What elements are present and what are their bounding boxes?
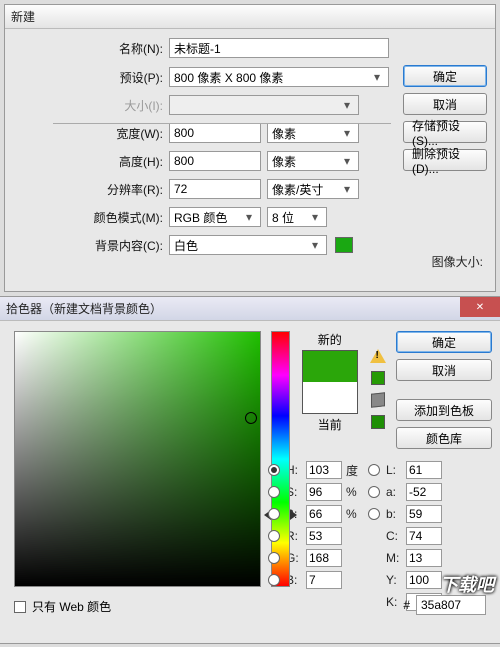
color-preview [302,350,358,414]
web-only-checkbox[interactable] [14,601,26,613]
websafe-warning-swatch[interactable] [371,415,385,429]
picker-cancel-button[interactable]: 取消 [396,359,492,381]
width-label: 宽度(W): [15,125,169,142]
hue-slider[interactable] [271,331,290,587]
picker-titlebar[interactable]: 拾色器（新建文档背景颜色） ✕ [0,297,500,321]
color-mode-select[interactable]: RGB 颜色▾ [169,207,261,227]
s-input[interactable] [306,483,342,501]
l-input[interactable] [406,461,442,479]
new-document-dialog: 新建 确定 取消 存储预设(S)... 删除预设(D)... 名称(N): 预设… [4,4,496,292]
radio-a[interactable] [368,486,380,498]
websafe-warning-icon[interactable] [371,392,385,407]
background-select[interactable]: 白色▾ [169,235,327,255]
chevron-down-icon: ▾ [340,154,354,168]
height-input[interactable] [169,151,261,171]
a-input[interactable] [406,483,442,501]
sv-cursor-icon [245,412,257,424]
image-size-label: 图像大小: [432,253,483,270]
r-input[interactable] [306,527,342,545]
background-label: 背景内容(C): [15,237,169,254]
resolution-label: 分辨率(R): [15,181,169,198]
picker-ok-button[interactable]: 确定 [396,331,492,353]
resolution-unit-select[interactable]: 像素/英寸▾ [267,179,359,199]
height-label: 高度(H): [15,153,169,170]
background-swatch[interactable] [335,237,353,253]
color-picker-dialog: 拾色器（新建文档背景颜色） ✕ 新的 当前 [0,296,500,644]
current-color-label: 当前 [318,416,342,433]
chevron-down-icon: ▾ [340,182,354,196]
hex-input[interactable] [416,595,486,615]
preset-select[interactable]: 800 像素 X 800 像素 ▾ [169,67,389,87]
radio-g[interactable] [268,552,280,564]
delete-preset-button[interactable]: 删除预设(D)... [403,149,487,171]
web-only-label: 只有 Web 颜色 [32,598,111,615]
chevron-down-icon: ▾ [308,210,322,224]
width-unit-select[interactable]: 像素▾ [267,123,359,143]
radio-l[interactable] [368,464,380,476]
saturation-value-field[interactable] [14,331,261,587]
chevron-down-icon: ▾ [242,210,256,224]
radio-s[interactable] [268,486,280,498]
current-color-swatch [303,382,357,413]
b-input[interactable] [406,505,442,523]
close-icon[interactable]: ✕ [460,297,500,317]
bc-input[interactable] [306,571,342,589]
g-input[interactable] [306,549,342,567]
hex-hash: # [403,598,410,612]
name-label: 名称(N): [15,40,169,57]
radio-bc[interactable] [268,574,280,586]
radio-b[interactable] [368,508,380,520]
gamut-warning-swatch[interactable] [371,371,385,385]
bv-input[interactable] [306,505,342,523]
new-color-swatch [303,351,357,382]
radio-bv[interactable] [268,508,280,520]
gamut-warning-icon[interactable] [370,349,386,363]
preset-label: 预设(P): [15,69,169,86]
size-label: 大小(I): [15,97,169,114]
chevron-down-icon: ▾ [340,126,354,140]
m-input[interactable] [406,549,442,567]
height-unit-select[interactable]: 像素▾ [267,151,359,171]
cancel-button[interactable]: 取消 [403,93,487,115]
size-select: ▾ [169,95,359,115]
new-dialog-title: 新建 [11,8,35,25]
color-library-button[interactable]: 颜色库 [396,427,492,449]
radio-r[interactable] [268,530,280,542]
new-color-label: 新的 [318,331,342,348]
add-to-swatch-button[interactable]: 添加到色板 [396,399,492,421]
color-mode-label: 颜色模式(M): [15,209,169,226]
c-input[interactable] [406,527,442,545]
color-values-grid: H: 度 L: S: % a: B: % b: [268,461,492,611]
name-input[interactable] [169,38,389,58]
ok-button[interactable]: 确定 [403,65,487,87]
radio-h[interactable] [268,464,280,476]
width-input[interactable] [169,123,261,143]
new-dialog-titlebar[interactable]: 新建 [5,5,495,29]
resolution-input[interactable] [169,179,261,199]
chevron-down-icon: ▾ [370,70,384,84]
h-input[interactable] [306,461,342,479]
bit-depth-select[interactable]: 8 位▾ [267,207,327,227]
chevron-down-icon: ▾ [308,238,322,252]
picker-title: 拾色器（新建文档背景颜色） [6,300,162,317]
y-input[interactable] [406,571,442,589]
save-preset-button[interactable]: 存储预设(S)... [403,121,487,143]
chevron-down-icon: ▾ [340,98,354,112]
